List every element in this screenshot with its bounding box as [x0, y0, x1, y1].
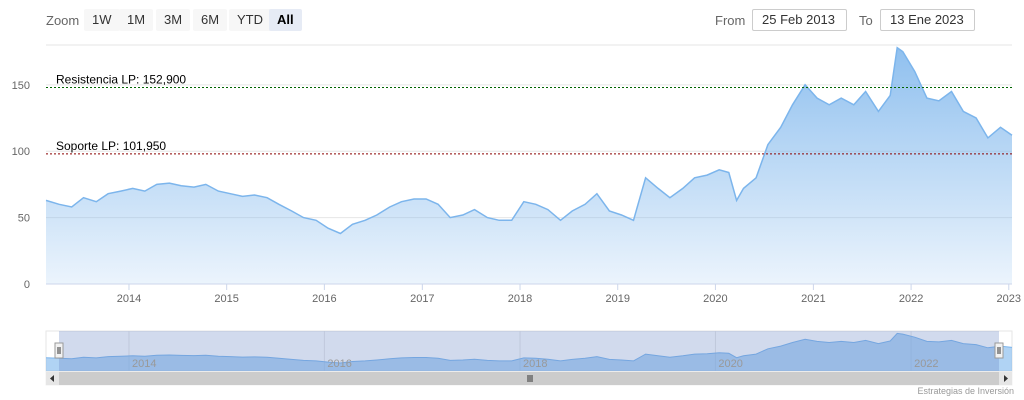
y-axis: 0 50 100 150	[12, 80, 30, 291]
x-tick-label: 2016	[312, 293, 336, 305]
navigator-tick-label: 2020	[718, 358, 742, 370]
credits-text[interactable]: Estrategias de Inversión	[917, 386, 1014, 396]
y-tick-label: 50	[18, 213, 30, 225]
x-tick-label: 2021	[801, 293, 825, 305]
x-tick-label: 2018	[508, 293, 532, 305]
series-area	[46, 47, 1012, 285]
x-tick-label: 2022	[899, 293, 923, 305]
scrollbar-left-arrow[interactable]	[46, 372, 59, 385]
x-tick-label: 2023	[997, 293, 1021, 305]
x-tick-label: 2019	[605, 293, 629, 305]
plot-line-label-1: Soporte LP: 101,950	[56, 139, 166, 153]
navigator-tick-label: 2016	[327, 358, 351, 370]
navigator-tick-label: 2018	[523, 358, 547, 370]
navigator-right-handle[interactable]	[994, 342, 1004, 359]
navigator-tick-label: 2022	[914, 358, 938, 370]
y-tick-label: 0	[24, 279, 30, 291]
y-tick-label: 100	[12, 146, 30, 158]
stock-chart: Resistencia LP: 152,900 Soporte LP: 101,9…	[12, 44, 1021, 386]
plot-line-label-0: Resistencia LP: 152,900	[56, 72, 186, 86]
scrollbar[interactable]	[45, 371, 1013, 386]
navigator-left-handle[interactable]	[54, 342, 64, 359]
scrollbar-thumb[interactable]	[59, 372, 999, 385]
x-tick-label: 2017	[410, 293, 434, 305]
x-tick-label: 2020	[703, 293, 727, 305]
x-axis: 2014 2015 2016 2017 2018 2019 2020 2021 2022 2023	[46, 283, 1021, 305]
navigator-tick-label: 2014	[132, 358, 156, 370]
scrollbar-right-arrow[interactable]	[999, 372, 1012, 385]
x-tick-label: 2015	[214, 293, 238, 305]
y-tick-label: 150	[12, 80, 30, 92]
navigator[interactable]: 2014 2016 2018 2020 2022	[45, 330, 1013, 372]
x-tick-label: 2014	[117, 293, 141, 305]
